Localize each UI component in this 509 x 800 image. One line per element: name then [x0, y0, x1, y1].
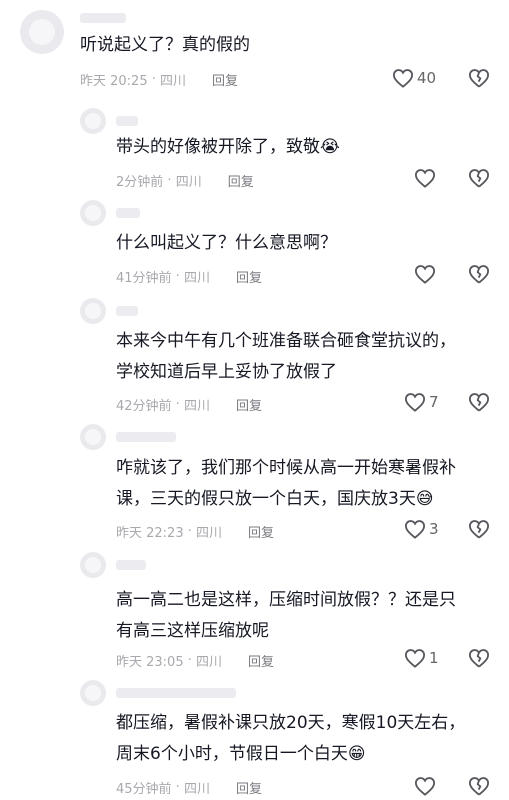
like-area — [414, 168, 439, 188]
like-button[interactable]: 3 — [404, 519, 439, 539]
dislike-button[interactable] — [468, 168, 490, 188]
heart-outline-icon — [414, 168, 436, 188]
comment-meta: 45分钟前 · 四川 回复 — [116, 778, 262, 797]
like-area: 40 — [392, 68, 436, 88]
comment-text-line: 本来今中午有几个班准备联合砸食堂抗议的， — [116, 331, 456, 351]
username-blurred[interactable] — [116, 560, 146, 570]
reply-button[interactable]: 回复 — [248, 651, 274, 670]
broken-heart-icon — [468, 776, 490, 796]
comment-text-line: 学校知道后早上妥协了放假了 — [116, 362, 337, 382]
like-area — [414, 776, 439, 796]
avatar[interactable] — [80, 108, 106, 134]
dislike-button[interactable] — [468, 776, 490, 796]
comment-location: 四川 — [196, 526, 223, 541]
username-blurred[interactable] — [116, 208, 140, 218]
like-button[interactable]: 40 — [392, 68, 436, 88]
comment-time: 昨天 23:05 — [116, 655, 184, 670]
avatar[interactable] — [80, 552, 106, 578]
comment-time: 45分钟前 — [116, 782, 172, 797]
like-button[interactable] — [414, 168, 439, 188]
comment-time: 41分钟前 — [116, 271, 172, 286]
like-count: 3 — [429, 520, 439, 538]
reply-button[interactable]: 回复 — [212, 70, 238, 89]
broken-heart-icon — [468, 392, 490, 412]
heart-outline-icon — [414, 264, 436, 284]
comment-text-line: 咋就该了，我们那个时候从高一开始寒暑假补 — [116, 458, 456, 478]
comment-meta: 2分钟前 · 四川 回复 — [116, 171, 254, 190]
username-blurred[interactable] — [116, 432, 176, 442]
like-count: 40 — [417, 69, 437, 87]
comment-meta: 昨天 22:23 · 四川 回复 — [116, 522, 275, 541]
comment-location: 四川 — [175, 175, 202, 190]
like-button[interactable] — [414, 264, 439, 284]
like-area: 3 — [404, 519, 439, 539]
dislike-button[interactable] — [468, 519, 490, 539]
like-button[interactable]: 1 — [404, 648, 439, 668]
comment-time: 42分钟前 — [116, 399, 172, 414]
like-area — [414, 264, 439, 284]
dislike-button[interactable] — [468, 648, 490, 668]
broken-heart-icon — [468, 519, 490, 539]
comment-time: 昨天 20:25 — [80, 74, 148, 89]
dislike-button[interactable] — [468, 392, 490, 412]
like-button[interactable]: 7 — [404, 392, 439, 412]
comment-meta: 昨天 20:25 · 四川 回复 — [80, 70, 239, 89]
comment-location: 四川 — [160, 74, 187, 89]
comment-text: 都压缩，暑假补课只放20天，寒假10天左右， 周末6个小时，节假日一个白天😁 — [116, 708, 465, 770]
comment-text: 带头的好像被开除了，致敬😭 — [116, 137, 340, 157]
broken-heart-icon — [468, 648, 490, 668]
heart-outline-icon — [414, 776, 436, 796]
like-area: 7 — [404, 392, 439, 412]
comment-location: 四川 — [183, 782, 210, 797]
heart-outline-icon — [404, 519, 426, 539]
reply-button[interactable]: 回复 — [236, 267, 262, 286]
dislike-button[interactable] — [468, 264, 490, 284]
avatar[interactable] — [80, 424, 106, 450]
reply-button[interactable]: 回复 — [248, 522, 274, 541]
heart-outline-icon — [404, 392, 426, 412]
comment-text: 听说起义了？真的假的 — [80, 35, 250, 55]
avatar[interactable] — [80, 298, 106, 324]
comment-text: 本来今中午有几个班准备联合砸食堂抗议的， 学校知道后早上妥协了放假了 — [116, 326, 456, 388]
comment-text-line: 都压缩，暑假补课只放20天，寒假10天左右， — [116, 713, 466, 733]
broken-heart-icon — [468, 68, 490, 88]
comment-time: 2分钟前 — [116, 175, 164, 190]
comment-meta: 42分钟前 · 四川 回复 — [116, 395, 262, 414]
reply-button[interactable]: 回复 — [236, 395, 262, 414]
like-count: 7 — [429, 393, 439, 411]
comment-text-line: 周末6个小时，节假日一个白天😁 — [116, 744, 366, 764]
comment-text-line: 高一高二也是这样，压缩时间放假？？还是只 — [116, 590, 456, 610]
avatar[interactable] — [20, 10, 64, 54]
heart-outline-icon — [392, 68, 414, 88]
broken-heart-icon — [468, 264, 490, 284]
avatar[interactable] — [80, 680, 106, 706]
heart-outline-icon — [404, 648, 426, 668]
like-area: 1 — [404, 648, 439, 668]
username-blurred[interactable] — [116, 116, 138, 126]
comment-time: 昨天 22:23 — [116, 526, 184, 541]
comment-meta: 昨天 23:05 · 四川 回复 — [116, 651, 275, 670]
comment-text-line: 课，三天的假只放一个白天，国庆放3天😅 — [116, 489, 434, 509]
comment-location: 四川 — [196, 655, 223, 670]
reply-button[interactable]: 回复 — [236, 778, 262, 797]
reply-button[interactable]: 回复 — [228, 171, 254, 190]
comment-location: 四川 — [183, 271, 210, 286]
comment-text-line: 有高三这样压缩放呢 — [116, 621, 269, 641]
comment-text: 咋就该了，我们那个时候从高一开始寒暑假补 课，三天的假只放一个白天，国庆放3天😅 — [116, 453, 456, 515]
username-blurred[interactable] — [116, 306, 138, 316]
like-count: 1 — [429, 649, 439, 667]
like-button[interactable] — [414, 776, 439, 796]
username-blurred[interactable] — [80, 13, 126, 23]
comment-text: 什么叫起义了？什么意思啊？ — [116, 233, 337, 253]
broken-heart-icon — [468, 168, 490, 188]
avatar[interactable] — [80, 200, 106, 226]
dislike-button[interactable] — [468, 68, 490, 88]
comment-text: 高一高二也是这样，压缩时间放假？？还是只 有高三这样压缩放呢 — [116, 585, 456, 647]
username-blurred[interactable] — [116, 688, 236, 698]
comment-meta: 41分钟前 · 四川 回复 — [116, 267, 262, 286]
comment-location: 四川 — [183, 399, 210, 414]
